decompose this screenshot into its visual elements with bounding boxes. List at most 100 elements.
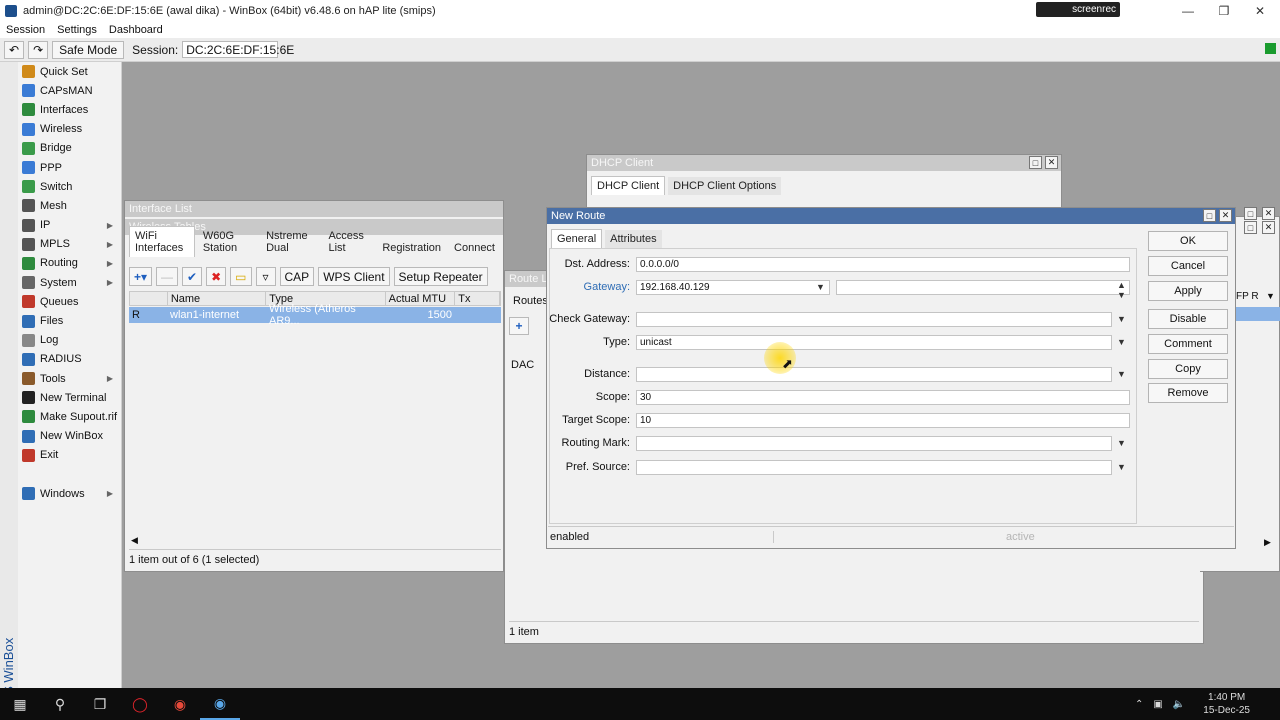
tab-dhcp-client[interactable]: DHCP Client bbox=[591, 176, 666, 195]
sidebar-item-make-supout-rif[interactable]: Make Supout.rif bbox=[18, 407, 121, 426]
sidebar-item-system[interactable]: System ▶ bbox=[18, 273, 121, 292]
wps-client-button[interactable]: WPS Client bbox=[318, 267, 390, 286]
ok-button[interactable]: OK bbox=[1148, 231, 1228, 251]
gateway-input[interactable]: 192.168.40.129 bbox=[636, 280, 830, 295]
sidebar-item-new-winbox[interactable]: New WinBox bbox=[18, 427, 121, 446]
disable-button[interactable]: ✖ bbox=[206, 267, 227, 286]
volume-icon[interactable]: 🔈 bbox=[1173, 699, 1185, 710]
apply-button[interactable]: Apply bbox=[1148, 281, 1228, 301]
chevron-down-icon[interactable]: ▼ bbox=[1117, 337, 1126, 347]
gateway-dropdown-icon[interactable]: ▼ bbox=[816, 282, 825, 292]
disable-button[interactable]: Disable bbox=[1148, 309, 1228, 329]
col-tx[interactable]: Tx bbox=[455, 292, 500, 305]
maximize-icon[interactable]: ❐ bbox=[1206, 0, 1242, 22]
col-flag[interactable] bbox=[130, 292, 168, 305]
close-icon[interactable]: ✕ bbox=[1262, 207, 1275, 220]
maximize-icon[interactable]: □ bbox=[1244, 207, 1257, 220]
sidebar-item-bridge[interactable]: Bridge bbox=[18, 139, 121, 158]
sidebar-item-windows[interactable]: Windows ▶ bbox=[18, 484, 121, 503]
close-icon[interactable]: ✕ bbox=[1045, 156, 1058, 169]
route-add-button[interactable]: + bbox=[509, 317, 529, 335]
chevron-down-icon[interactable]: ▼ bbox=[1117, 462, 1126, 472]
comment-button[interactable]: Comment bbox=[1148, 334, 1228, 354]
chevron-down-icon[interactable]: ▼ bbox=[1117, 314, 1126, 324]
col-actual-mtu[interactable]: Actual MTU bbox=[386, 292, 456, 305]
tab-attributes[interactable]: Attributes bbox=[605, 230, 662, 248]
remove-button[interactable]: — bbox=[156, 267, 179, 286]
sidebar-item-radius[interactable]: RADIUS bbox=[18, 350, 121, 369]
sidebar-item-capsman[interactable]: CAPsMAN bbox=[18, 81, 121, 100]
undo-button[interactable]: ↶ bbox=[4, 40, 25, 59]
vivaldi-icon[interactable]: ◉ bbox=[160, 688, 200, 720]
chevron-down-icon[interactable]: ▼ bbox=[1117, 438, 1126, 448]
redo-button[interactable]: ↷ bbox=[28, 40, 49, 59]
winbox-taskbar-icon[interactable]: ◉ bbox=[200, 688, 240, 720]
enable-button[interactable]: ✔ bbox=[182, 267, 203, 286]
col-name[interactable]: Name bbox=[168, 292, 267, 305]
tab-nstreme-dual[interactable]: Nstreme Dual bbox=[261, 227, 320, 257]
sidebar-item-quick-set[interactable]: Quick Set bbox=[18, 62, 121, 81]
scroll-left-arrow[interactable]: ◀ bbox=[131, 535, 138, 546]
route-fp-select[interactable]: FP R bbox=[1236, 291, 1259, 302]
check-gateway-select[interactable] bbox=[636, 312, 1112, 327]
tab-connect[interactable]: Connect bbox=[449, 239, 500, 257]
network-icon[interactable]: ▣ bbox=[1153, 699, 1162, 710]
sidebar-item-wireless[interactable]: Wireless bbox=[18, 120, 121, 139]
chevron-down-icon[interactable]: ▼ bbox=[1117, 369, 1126, 379]
sidebar-item-routing[interactable]: Routing ▶ bbox=[18, 254, 121, 273]
menu-settings[interactable]: Settings bbox=[57, 24, 97, 36]
copy-button[interactable]: Copy bbox=[1148, 359, 1228, 379]
sidebar-item-switch[interactable]: Switch bbox=[18, 177, 121, 196]
menu-dashboard[interactable]: Dashboard bbox=[109, 24, 163, 36]
sidebar-item-tools[interactable]: Tools ▶ bbox=[18, 369, 121, 388]
search-icon[interactable]: ⚲ bbox=[40, 688, 80, 720]
tab-access-list[interactable]: Access List bbox=[323, 227, 374, 257]
sidebar-item-mpls[interactable]: MPLS ▶ bbox=[18, 235, 121, 254]
close-icon[interactable]: ✕ bbox=[1262, 221, 1275, 234]
sidebar-item-files[interactable]: Files bbox=[18, 311, 121, 330]
filter-button[interactable]: ▿ bbox=[255, 267, 276, 286]
windows-start-icon[interactable]: ▦ bbox=[0, 688, 40, 720]
scope-input[interactable]: 30 bbox=[636, 390, 1130, 405]
sidebar-item-queues[interactable]: Queues bbox=[18, 292, 121, 311]
safe-mode-button[interactable]: Safe Mode bbox=[52, 40, 125, 59]
type-select[interactable]: unicast bbox=[636, 335, 1112, 350]
routing-mark-select[interactable] bbox=[636, 436, 1112, 451]
distance-input[interactable] bbox=[636, 367, 1112, 382]
tab-wifi-interfaces[interactable]: WiFi Interfaces bbox=[129, 226, 195, 257]
sidebar-item-new-terminal[interactable]: New Terminal bbox=[18, 388, 121, 407]
gateway-extra-input[interactable] bbox=[836, 280, 1130, 295]
tab-dhcp-client-options[interactable]: DHCP Client Options bbox=[668, 177, 782, 195]
tab-registration[interactable]: Registration bbox=[377, 239, 446, 257]
tab-general[interactable]: General bbox=[551, 229, 603, 248]
add-button[interactable]: +▾ bbox=[129, 267, 153, 286]
maximize-icon[interactable]: □ bbox=[1029, 156, 1042, 169]
maximize-icon[interactable]: □ bbox=[1244, 221, 1257, 234]
session-field[interactable]: DC:2C:6E:DF:15:6E bbox=[182, 41, 294, 58]
clock[interactable]: 1:40 PM 15-Dec-25 bbox=[1203, 691, 1250, 717]
target-scope-input[interactable]: 10 bbox=[636, 413, 1130, 428]
menu-session[interactable]: Session bbox=[6, 24, 45, 36]
maximize-icon[interactable]: □ bbox=[1203, 209, 1216, 222]
chevron-up-icon[interactable]: ⌃ bbox=[1135, 699, 1143, 710]
close-icon[interactable]: ✕ bbox=[1219, 209, 1232, 222]
sidebar-item-exit[interactable]: Exit bbox=[18, 446, 121, 465]
tab-routes[interactable]: Routes bbox=[513, 295, 548, 307]
sidebar-item-ppp[interactable]: PPP bbox=[18, 158, 121, 177]
comment-button[interactable]: ▭ bbox=[230, 267, 252, 286]
sidebar-item-ip[interactable]: IP ▶ bbox=[18, 216, 121, 235]
cancel-button[interactable]: Cancel bbox=[1148, 256, 1228, 276]
close-icon[interactable]: ✕ bbox=[1242, 0, 1278, 22]
setup-repeater-button[interactable]: Setup Repeater bbox=[393, 267, 488, 286]
task-view-icon[interactable]: ❐ bbox=[80, 688, 120, 720]
opera-icon[interactable]: ◯ bbox=[120, 688, 160, 720]
cap-button[interactable]: CAP bbox=[279, 267, 315, 286]
scroll-right-arrow[interactable]: ▶ bbox=[1264, 537, 1271, 548]
pref-source-select[interactable] bbox=[636, 460, 1112, 475]
remove-button[interactable]: Remove bbox=[1148, 383, 1228, 403]
dst-address-input[interactable]: 0.0.0.0/0 bbox=[636, 257, 1130, 272]
tab-w60g-station[interactable]: W60G Station bbox=[198, 227, 258, 257]
sidebar-item-mesh[interactable]: Mesh bbox=[18, 196, 121, 215]
table-row[interactable]: R wlan1-internet Wireless (Atheros AR9..… bbox=[129, 303, 501, 327]
sidebar-item-log[interactable]: Log bbox=[18, 331, 121, 350]
